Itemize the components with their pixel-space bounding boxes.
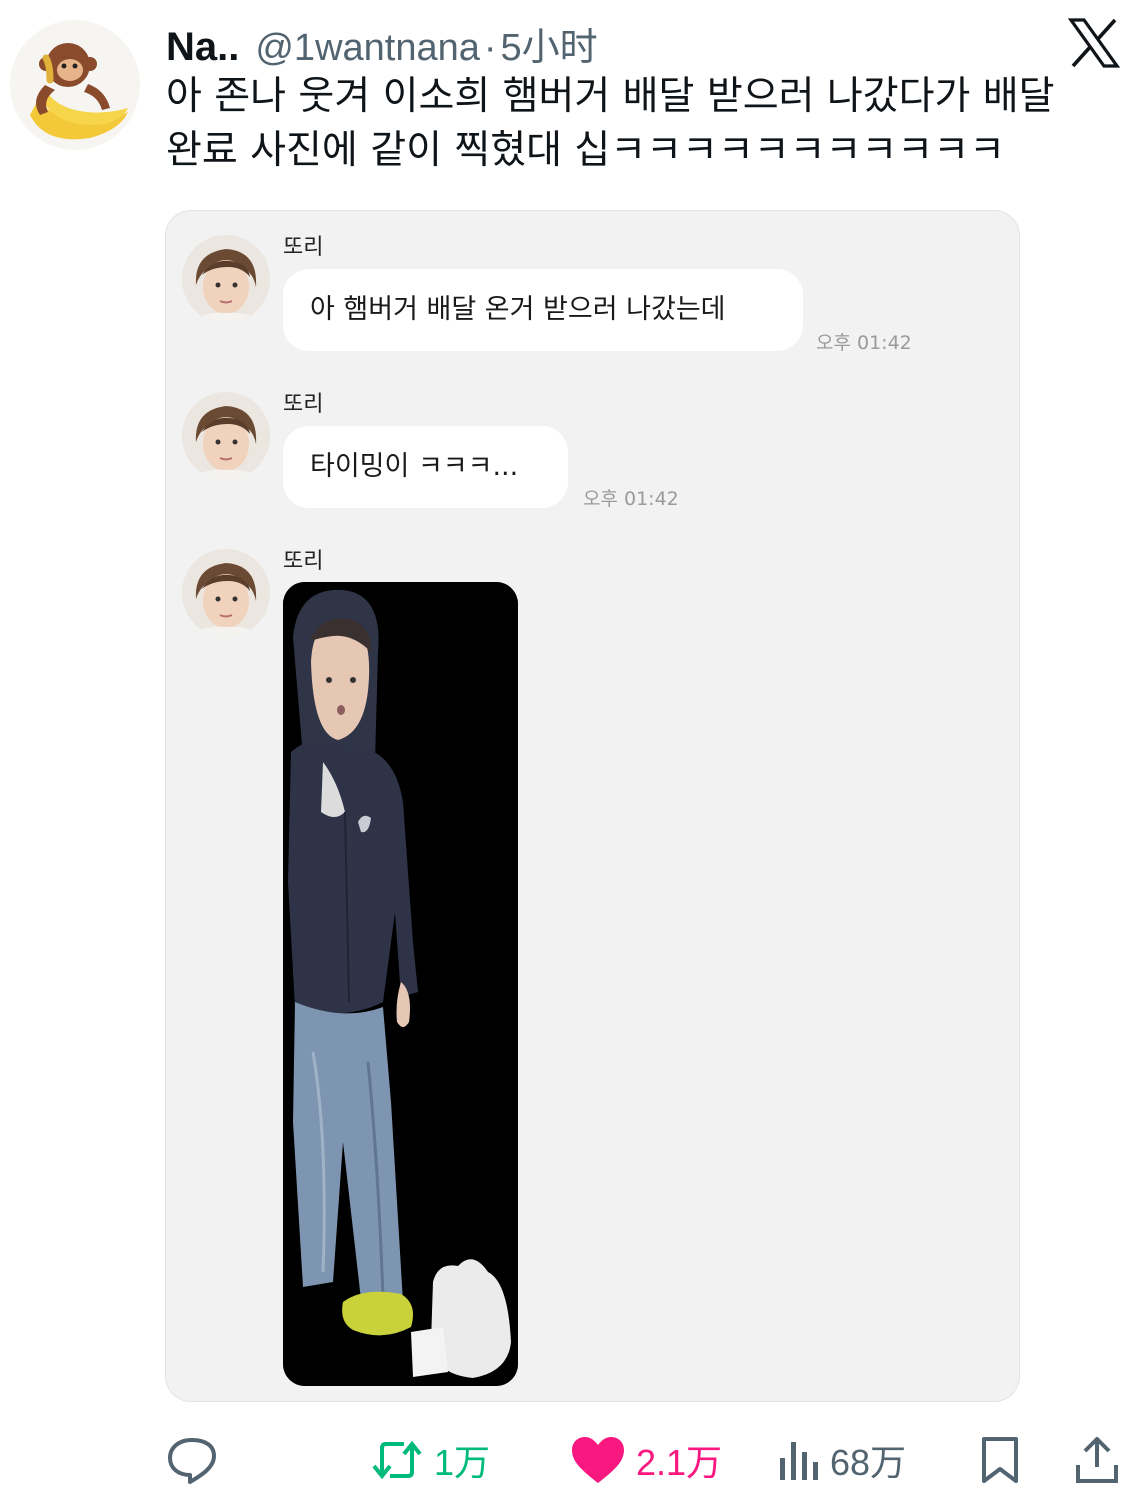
chat-sender-name: 또리 bbox=[283, 235, 324, 260]
heart-icon bbox=[572, 1437, 624, 1483]
chat-message-bubble: 아 햄버거 배달 온거 받으러 나갔는데 bbox=[283, 269, 803, 351]
chat-photo bbox=[283, 582, 518, 1386]
person-walking-photo bbox=[283, 582, 518, 1386]
chat-avatar bbox=[182, 549, 270, 637]
retweet-button[interactable]: 1万 bbox=[370, 1432, 490, 1488]
person-avatar-icon bbox=[182, 392, 270, 480]
retweet-count: 1万 bbox=[434, 1442, 491, 1483]
person-avatar-icon bbox=[182, 235, 270, 323]
reply-button[interactable] bbox=[166, 1432, 218, 1488]
chat-sender-name: 또리 bbox=[283, 392, 324, 417]
post-time[interactable]: 5小时 bbox=[501, 16, 598, 71]
retweet-icon bbox=[372, 1440, 422, 1480]
tweet-text-line: 완료 사진에 같이 찍혔대 십ㅋㅋㅋㅋㅋㅋㅋㅋㅋㅋㅋ bbox=[166, 128, 1005, 173]
chat-sender-name: 또리 bbox=[283, 549, 324, 574]
chat-avatar bbox=[182, 235, 270, 323]
like-button[interactable]: 2.1万 bbox=[570, 1432, 722, 1488]
bookmark-icon bbox=[982, 1437, 1018, 1483]
tweet-text: 아 존나 웃겨 이소희 햄버거 배달 받으러 나갔다가 배달 완료 사진에 같이… bbox=[166, 70, 1116, 178]
separator-dot: · bbox=[483, 27, 497, 69]
chat-message-bubble: 타이밍이 ㅋㅋㅋ... bbox=[283, 426, 568, 508]
user-handle[interactable]: @1wantnana bbox=[255, 27, 480, 70]
bookmark-button[interactable] bbox=[978, 1432, 1022, 1488]
tweet-action-bar: 1万 2.1万 68万 bbox=[0, 1420, 1130, 1500]
views-button[interactable]: 68万 bbox=[776, 1432, 906, 1488]
tweet-header: Na.. @1wantnana · 5小时 bbox=[166, 16, 598, 69]
monkey-banana-icon bbox=[10, 20, 140, 150]
share-icon bbox=[1076, 1437, 1118, 1483]
views-count: 68万 bbox=[830, 1442, 907, 1483]
reply-icon bbox=[168, 1438, 216, 1484]
media-image[interactable]: 또리 아 햄버거 배달 온거 받으러 나갔는데 오후 01:42 또리 타이밍이… bbox=[165, 210, 1020, 1402]
x-logo-icon bbox=[1068, 18, 1120, 68]
views-icon bbox=[780, 1442, 818, 1480]
chat-avatar bbox=[182, 392, 270, 480]
chat-message-time: 오후 01:42 bbox=[583, 488, 679, 510]
tweet-text-line: 아 존나 웃겨 이소희 햄버거 배달 받으러 나갔다가 배달 bbox=[166, 74, 1055, 119]
display-name[interactable]: Na.. bbox=[166, 25, 239, 70]
profile-avatar[interactable] bbox=[10, 20, 140, 150]
person-avatar-icon bbox=[182, 549, 270, 637]
like-count: 2.1万 bbox=[636, 1442, 723, 1483]
share-button[interactable] bbox=[1074, 1432, 1120, 1488]
chat-message-time: 오후 01:42 bbox=[816, 332, 912, 354]
